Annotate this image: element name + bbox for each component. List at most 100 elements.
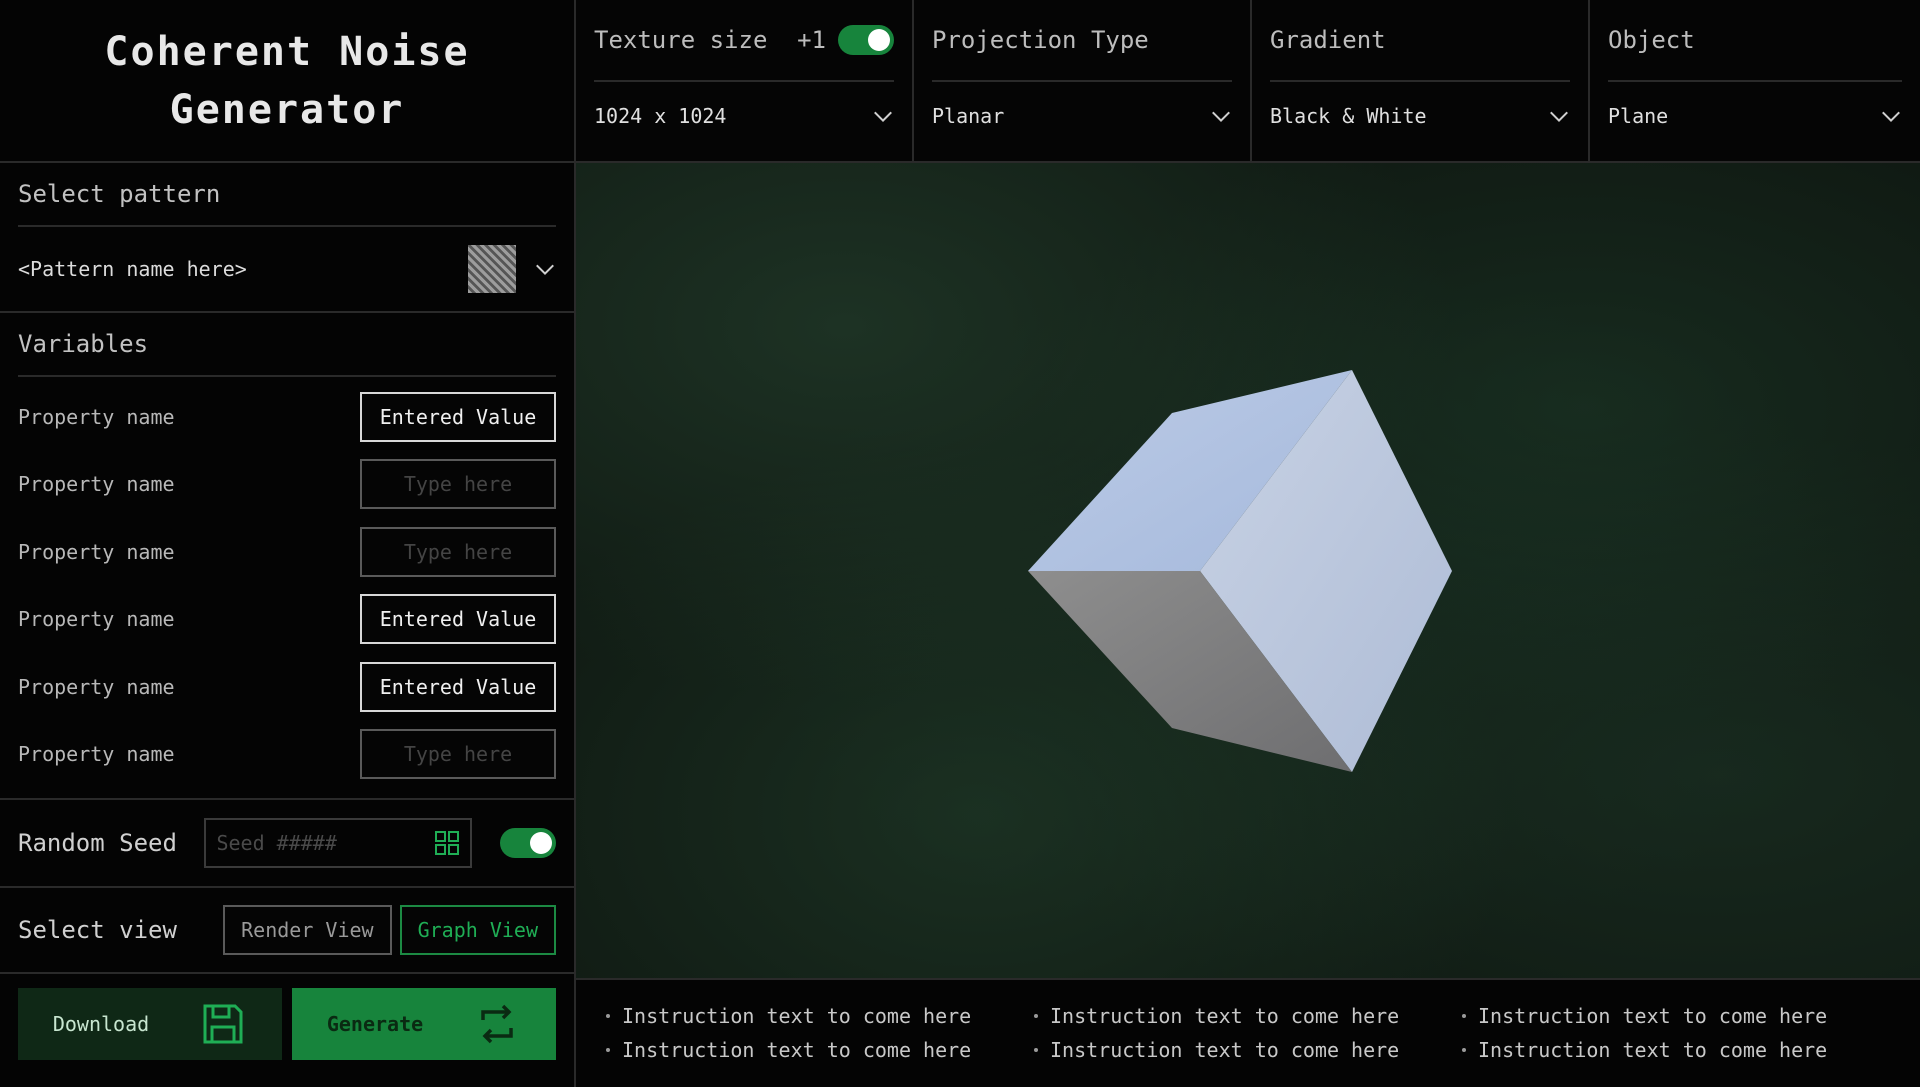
- object-control: Object Plane: [1590, 0, 1920, 161]
- instruction-item: Instruction text to come here: [1034, 1036, 1462, 1064]
- property-input[interactable]: [360, 661, 556, 712]
- bullet-icon: [1034, 1014, 1038, 1018]
- projection-type-value: Planar: [932, 104, 1005, 128]
- property-input[interactable]: [360, 526, 556, 577]
- instruction-item: Instruction text to come here: [1034, 1002, 1462, 1030]
- projection-type-control: Projection Type Planar: [914, 0, 1252, 161]
- property-input[interactable]: [360, 459, 556, 510]
- instruction-text: Instruction text to come here: [622, 1004, 972, 1028]
- cube-preview: [1028, 370, 1452, 772]
- instruction-item: Instruction text to come here: [1462, 1002, 1890, 1030]
- texture-size-toggle-group: +1: [797, 25, 894, 55]
- topbar: Texture size +1 1024 x 1024 Projection T…: [576, 0, 1920, 163]
- pattern-name: <Pattern name here>: [18, 257, 247, 281]
- render-view-button[interactable]: Render View: [223, 905, 392, 955]
- texture-size-badge: +1: [797, 26, 826, 54]
- bullet-icon: [1034, 1048, 1038, 1052]
- instruction-item: Instruction text to come here: [606, 1036, 1034, 1064]
- instruction-text: Instruction text to come here: [1050, 1038, 1400, 1062]
- gradient-label: Gradient: [1270, 0, 1570, 82]
- object-label: Object: [1608, 0, 1902, 82]
- property-row: Property name: [18, 653, 556, 721]
- instruction-text: Instruction text to come here: [1050, 1004, 1400, 1028]
- toggle-knob: [529, 832, 552, 854]
- seed-toggle[interactable]: [499, 828, 556, 858]
- seed-field: [204, 818, 473, 868]
- variables-section: Variables Property name Property name Pr…: [0, 313, 574, 800]
- texture-size-select[interactable]: 1024 x 1024: [594, 82, 894, 150]
- chevron-down-icon: [1550, 111, 1568, 123]
- property-row: Property name: [18, 451, 556, 519]
- texture-size-toggle[interactable]: [838, 25, 894, 55]
- instruction-text: Instruction text to come here: [1478, 1038, 1828, 1062]
- seed-label: Random Seed: [18, 829, 177, 857]
- gradient-control: Gradient Black & White: [1252, 0, 1590, 161]
- bullet-icon: [1462, 1048, 1466, 1052]
- instruction-column: Instruction text to come here Instructio…: [1034, 1002, 1462, 1087]
- toggle-knob: [868, 29, 890, 51]
- download-button[interactable]: Download: [18, 988, 282, 1060]
- property-label: Property name: [18, 742, 175, 767]
- instruction-item: Instruction text to come here: [1462, 1036, 1890, 1064]
- gradient-select[interactable]: Black & White: [1270, 82, 1570, 150]
- property-label: Property name: [18, 472, 175, 497]
- seed-section: Random Seed: [0, 800, 574, 888]
- object-select[interactable]: Plane: [1608, 82, 1902, 150]
- texture-size-header: Texture size +1: [594, 0, 894, 82]
- property-input[interactable]: [360, 594, 556, 645]
- bullet-icon: [606, 1048, 610, 1052]
- property-row: Property name: [18, 383, 556, 451]
- pattern-section-title: Select pattern: [18, 163, 556, 227]
- object-value: Plane: [1608, 104, 1669, 128]
- property-label: Property name: [18, 674, 175, 699]
- app-title: Coherent Noise Generator: [104, 28, 470, 133]
- property-label: Property name: [18, 404, 175, 429]
- view-buttons: Render View Graph View: [223, 905, 556, 955]
- grid-icon[interactable]: [434, 830, 460, 856]
- instruction-text: Instruction text to come here: [1478, 1004, 1828, 1028]
- save-icon: [203, 1004, 243, 1044]
- property-row: Property name: [18, 586, 556, 654]
- seed-input[interactable]: [216, 831, 417, 855]
- pattern-section: Select pattern <Pattern name here>: [0, 163, 574, 313]
- view-row: Select view Render View Graph View: [18, 888, 556, 972]
- instruction-column: Instruction text to come here Instructio…: [1462, 1002, 1890, 1087]
- title-block: Coherent Noise Generator: [0, 0, 574, 163]
- bullet-icon: [606, 1014, 610, 1018]
- bullet-icon: [1462, 1014, 1466, 1018]
- property-label: Property name: [18, 607, 175, 632]
- refresh-icon: [481, 1004, 513, 1044]
- texture-size-control: Texture size +1 1024 x 1024: [576, 0, 914, 161]
- property-list: Property name Property name Property nam…: [18, 377, 556, 798]
- property-row: Property name: [18, 518, 556, 586]
- instruction-text: Instruction text to come here: [622, 1038, 972, 1062]
- graph-view-button[interactable]: Graph View: [399, 905, 556, 955]
- seed-row: Random Seed: [18, 800, 556, 886]
- generate-label: Generate: [326, 1012, 424, 1036]
- pattern-thumbnail: [468, 245, 516, 293]
- texture-size-label: Texture size: [594, 26, 768, 54]
- chevron-down-icon: [1212, 111, 1230, 123]
- generate-button[interactable]: Generate: [292, 988, 556, 1060]
- texture-size-value: 1024 x 1024: [594, 104, 727, 128]
- download-label: Download: [52, 1012, 150, 1036]
- pattern-select[interactable]: <Pattern name here>: [18, 227, 556, 311]
- gradient-value: Black & White: [1270, 104, 1427, 128]
- property-input[interactable]: [360, 391, 556, 442]
- projection-type-select[interactable]: Planar: [932, 82, 1232, 150]
- variables-section-title: Variables: [18, 313, 556, 377]
- chevron-down-icon[interactable]: [534, 258, 556, 280]
- projection-type-label: Projection Type: [932, 0, 1232, 82]
- property-row: Property name: [18, 721, 556, 789]
- render-viewport[interactable]: [576, 163, 1920, 978]
- property-input[interactable]: [360, 729, 556, 780]
- sidebar: Coherent Noise Generator Select pattern …: [0, 0, 576, 1087]
- view-section: Select view Render View Graph View: [0, 888, 574, 974]
- action-row: Download Generate: [0, 974, 574, 1060]
- property-label: Property name: [18, 539, 175, 564]
- instruction-item: Instruction text to come here: [606, 1002, 1034, 1030]
- view-label: Select view: [18, 916, 177, 944]
- instructions-footer: Instruction text to come here Instructio…: [576, 978, 1920, 1087]
- chevron-down-icon: [874, 111, 892, 123]
- pattern-select-right: [468, 245, 556, 293]
